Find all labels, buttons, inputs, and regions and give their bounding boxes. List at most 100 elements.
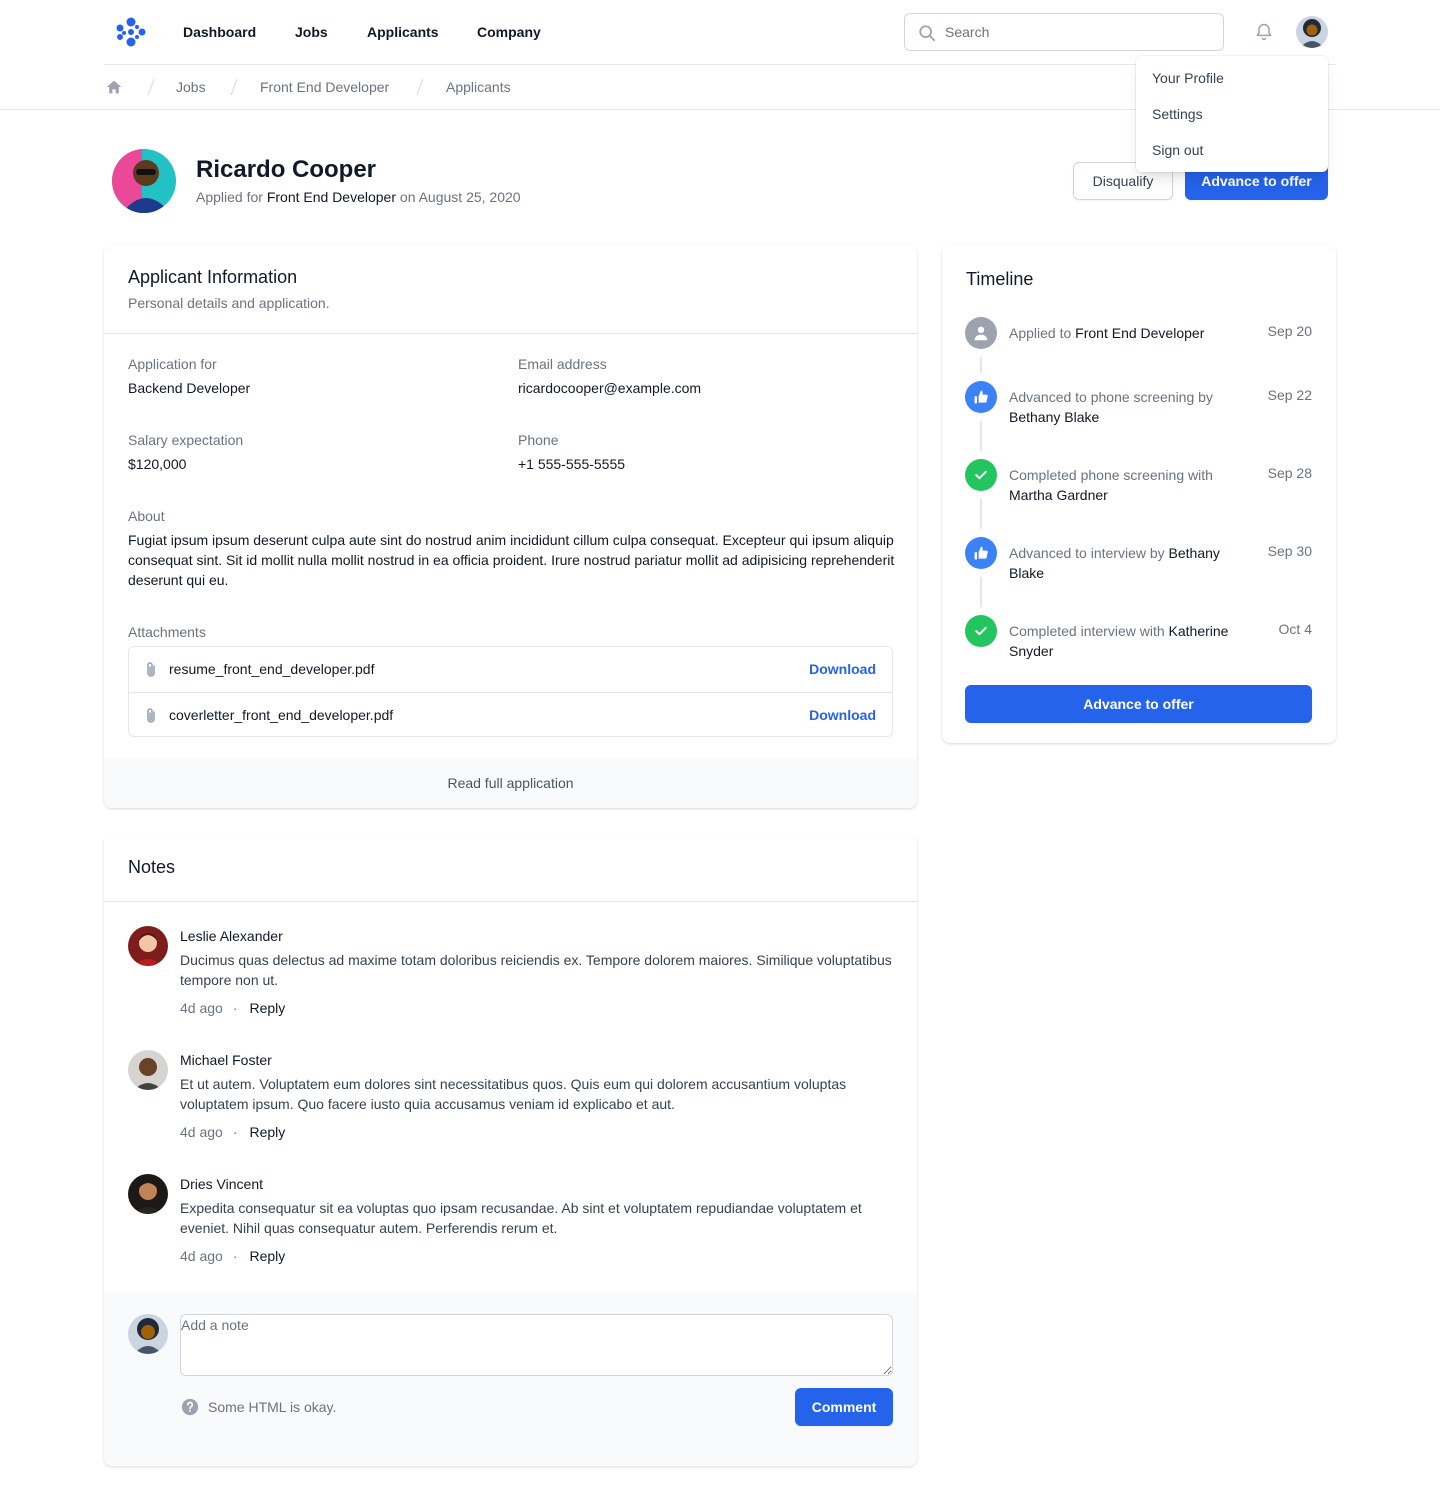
paperclip-icon — [147, 708, 155, 723]
note-author: Michael Foster — [180, 1052, 272, 1068]
search-icon — [919, 25, 936, 42]
breadcrumb-separator — [416, 78, 424, 96]
meta-separator: · — [232, 1000, 238, 1016]
field-label: Application for — [128, 356, 217, 372]
user-icon — [974, 326, 988, 341]
search-box — [904, 13, 1224, 51]
breadcrumb-applicants[interactable]: Applicants — [446, 79, 511, 95]
timeline-connector — [980, 349, 982, 379]
timeline-event-target: Martha Gardner — [1009, 487, 1108, 503]
check-icon — [975, 470, 987, 480]
about-label: About — [128, 508, 165, 524]
search-input[interactable] — [945, 14, 1215, 50]
nav-jobs[interactable]: Jobs — [295, 24, 328, 40]
applied-prefix: Applied for — [196, 189, 263, 205]
divider — [104, 901, 917, 902]
reply-button[interactable]: Reply — [250, 1000, 286, 1016]
field-value: $120,000 — [128, 456, 187, 472]
applicant-name: Ricardo Cooper — [196, 156, 377, 183]
bell-icon[interactable] — [1254, 20, 1274, 44]
logo-icon[interactable] — [110, 13, 150, 51]
attachment-name: coverletter_front_end_developer.pdf — [169, 707, 394, 723]
note-body: Ducimus quas delectus ad maxime totam do… — [180, 952, 892, 988]
add-note-input[interactable] — [180, 1314, 893, 1376]
card-subtitle: Personal details and application. — [128, 295, 330, 311]
download-link[interactable]: Download — [809, 661, 876, 677]
attachments-label: Attachments — [128, 624, 206, 640]
user-menu: Your Profile Settings Sign out — [1136, 56, 1328, 172]
timeline-event-action: Advanced to phone screening by — [1009, 389, 1213, 405]
timeline-advance-button[interactable]: Advance to offer — [965, 685, 1312, 723]
timeline-connector — [980, 569, 982, 611]
timeline-event-icon — [965, 317, 997, 349]
timeline-event-date: Sep 30 — [1267, 543, 1312, 559]
reply-button[interactable]: Reply — [250, 1124, 286, 1140]
avatar — [128, 1050, 168, 1090]
breadcrumb-job[interactable]: Front End Developer — [260, 79, 389, 95]
nav-applicants[interactable]: Applicants — [367, 24, 439, 40]
timeline-event-date: Sep 20 — [1267, 323, 1312, 339]
note-composer: Some HTML is okay. Comment — [104, 1291, 917, 1466]
meta-separator: · — [232, 1124, 238, 1140]
timeline-event-icon — [965, 381, 997, 413]
timeline-event-text: Completed interview with Katherine Snyde… — [1009, 621, 1249, 661]
applied-job[interactable]: Front End Developer — [267, 189, 396, 205]
timeline-event-text: Completed phone screening with Martha Ga… — [1009, 465, 1249, 505]
timeline-title: Timeline — [966, 269, 1034, 289]
field-label: Email address — [518, 356, 607, 372]
read-full-application-link[interactable]: Read full application — [104, 758, 917, 808]
note-author: Leslie Alexander — [180, 928, 283, 944]
reply-button[interactable]: Reply — [250, 1248, 286, 1264]
menu-settings[interactable]: Settings — [1152, 106, 1203, 122]
timeline-event-text: Applied to Front End Developer — [1009, 323, 1249, 343]
timeline-event-action: Applied to — [1009, 325, 1072, 341]
applicant-info-card: Applicant Information Personal details a… — [104, 245, 917, 808]
field-value: +1 555-555-5555 — [518, 456, 626, 472]
timeline-event-action: Completed interview with — [1009, 623, 1165, 639]
nav-company[interactable]: Company — [477, 24, 541, 40]
note-time: 4d ago — [180, 1124, 223, 1140]
timeline-event-icon — [965, 537, 997, 569]
avatar — [128, 1314, 168, 1354]
timeline-event-text: Advanced to phone screening by Bethany B… — [1009, 387, 1249, 427]
menu-sign-out[interactable]: Sign out — [1152, 142, 1203, 158]
comment-button[interactable]: Comment — [795, 1388, 893, 1426]
timeline-event-icon — [965, 615, 997, 647]
timeline-event-date: Sep 22 — [1267, 387, 1312, 403]
timeline-event-target: Bethany Blake — [1009, 409, 1100, 425]
breadcrumb-separator — [230, 78, 238, 96]
timeline-event-text: Advanced to interview by Bethany Blake — [1009, 543, 1249, 583]
timeline-event-date: Sep 28 — [1267, 465, 1312, 481]
thumb-up-icon — [974, 390, 988, 404]
note-body: Et ut autem. Voluptatem eum dolores sint… — [180, 1076, 847, 1112]
timeline-event-action: Completed phone screening with — [1009, 467, 1213, 483]
note-meta: 4d ago · Reply — [180, 1000, 285, 1016]
question-circle-icon — [181, 1398, 199, 1416]
menu-your-profile[interactable]: Your Profile — [1152, 70, 1224, 86]
field-label: Salary expectation — [128, 432, 244, 448]
field-value: ricardocooper@example.com — [518, 380, 702, 396]
timeline-event-icon — [965, 459, 997, 491]
divider — [104, 333, 917, 334]
nav-dashboard[interactable]: Dashboard — [183, 24, 256, 40]
home-icon[interactable] — [106, 79, 122, 95]
check-icon — [975, 626, 987, 636]
user-avatar[interactable] — [1296, 16, 1328, 48]
html-hint: Some HTML is okay. — [208, 1399, 337, 1415]
applicant-avatar — [112, 149, 176, 213]
attachment-item: coverletter_front_end_developer.pdf Down… — [129, 692, 892, 737]
note-meta: 4d ago · Reply — [180, 1124, 285, 1140]
note-author: Dries Vincent — [180, 1176, 264, 1192]
note-body: Expedita consequatur sit ea voluptas quo… — [180, 1200, 862, 1236]
notes-card: Notes Leslie Alexander Ducimus quas dele… — [104, 835, 917, 1466]
notes-title: Notes — [128, 857, 176, 877]
timeline-event-target: Front End Developer — [1075, 325, 1205, 341]
note-meta: 4d ago · Reply — [180, 1248, 285, 1264]
timeline-connector — [980, 413, 982, 455]
download-link[interactable]: Download — [809, 707, 876, 723]
avatar — [128, 1174, 168, 1214]
timeline-event-action: Advanced to interview by — [1009, 545, 1165, 561]
applicant-subtitle: Applied for Front End Developer on Augus… — [196, 189, 521, 205]
timeline-card: Timeline Applied to Front End Developer … — [942, 245, 1336, 743]
breadcrumb-jobs[interactable]: Jobs — [176, 79, 206, 95]
